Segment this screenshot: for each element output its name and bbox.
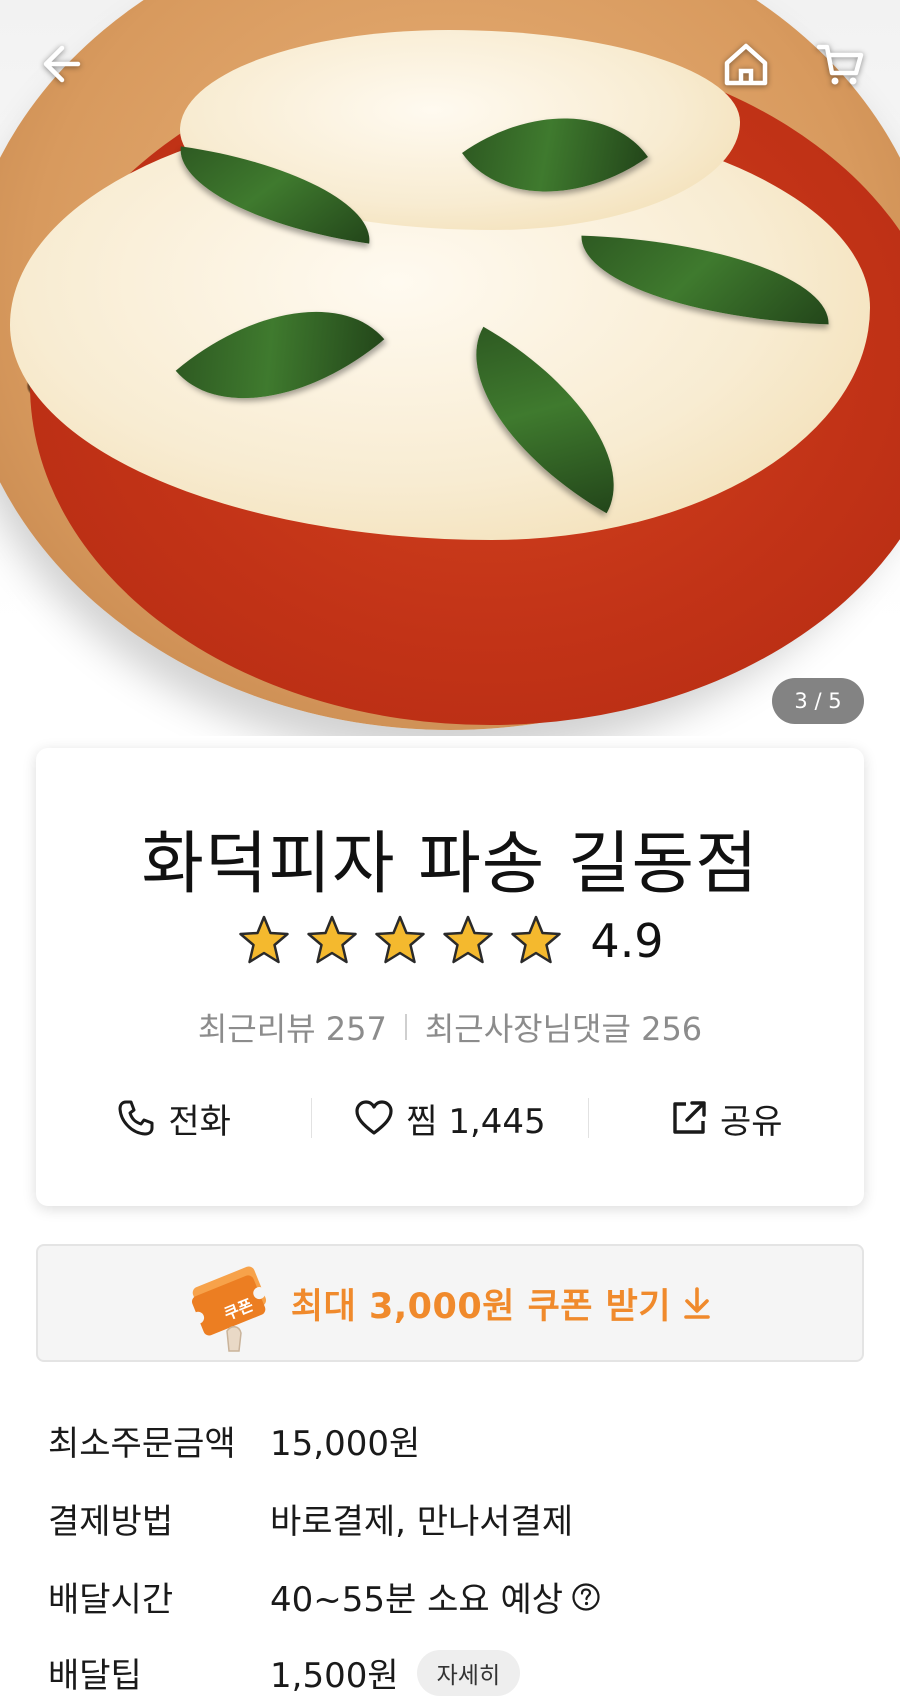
star-icon: [375, 915, 426, 964]
coupon-ticket-icon: 쿠폰: [187, 1253, 277, 1353]
home-icon[interactable]: [718, 36, 774, 92]
recent-reviews-link[interactable]: 최근리뷰 257: [198, 1004, 387, 1050]
rating-stars: [236, 913, 564, 969]
star-icon: [443, 915, 494, 964]
detail-row-min-order: 최소주문금액 15,000원: [48, 1416, 420, 1465]
detail-label: 최소주문금액: [48, 1424, 236, 1464]
star-icon: [511, 915, 562, 964]
call-button[interactable]: 전화: [36, 1094, 311, 1143]
detail-label: 배달시간: [48, 1580, 174, 1620]
delivery-time-value: 40~55분 소요 예상: [270, 1580, 564, 1620]
share-label: 공유: [720, 1101, 783, 1142]
store-name: 화덕피자 파송 길동점: [141, 825, 759, 904]
divider: [404, 1014, 407, 1040]
back-arrow-icon[interactable]: [32, 36, 88, 92]
detail-value: 1,500원 자세히: [270, 1648, 521, 1697]
detail-value: 40~55분 소요 예상: [270, 1572, 601, 1621]
phone-icon: [118, 1100, 154, 1136]
detail-value: 15,000원: [270, 1424, 421, 1464]
hero-image[interactable]: 3 / 5: [0, 0, 900, 736]
detail-row-payment: 결제방법 바로결제, 만나서결제: [48, 1494, 573, 1543]
details-button[interactable]: 자세히: [416, 1649, 521, 1696]
owner-replies-link[interactable]: 최근사장님댓글 256: [425, 1004, 702, 1050]
favorite-label: 찜 1,445: [406, 1101, 546, 1142]
favorite-button[interactable]: 찜 1,445: [312, 1094, 587, 1143]
detail-row-delivery-tip: 배달팁 1,500원 자세히: [48, 1648, 521, 1697]
help-icon[interactable]: [571, 1582, 601, 1612]
star-icon: [307, 915, 358, 964]
delivery-tip-value: 1,500원: [270, 1656, 399, 1696]
rating-value: 4.9: [590, 914, 664, 968]
review-summary: 최근리뷰 257 최근사장님댓글 256: [36, 1004, 864, 1050]
coupon-label: 최대 3,000원 쿠폰 받기: [290, 1286, 672, 1327]
coupon-button[interactable]: 쿠폰 최대 3,000원 쿠폰 받기: [36, 1244, 864, 1362]
action-row: 전화 찜 1,445 공유: [36, 1078, 864, 1158]
detail-label: 배달팁: [48, 1656, 142, 1696]
detail-row-delivery-time: 배달시간 40~55분 소요 예상: [48, 1572, 601, 1621]
detail-label: 결제방법: [48, 1502, 174, 1542]
store-info-card: 화덕피자 파송 길동점 4.9 최근리뷰 257 최근사장님댓글 256 전화 …: [36, 748, 864, 1206]
heart-icon: [355, 1100, 393, 1135]
rating-row: 4.9: [36, 908, 864, 974]
star-icon: [239, 915, 290, 964]
share-button[interactable]: 공유: [589, 1094, 864, 1143]
cart-icon[interactable]: [812, 36, 868, 92]
image-counter: 3 / 5: [772, 678, 864, 724]
call-label: 전화: [168, 1101, 231, 1142]
download-arrow-icon: [684, 1287, 710, 1319]
share-icon: [673, 1101, 706, 1134]
detail-value: 바로결제, 만나서결제: [270, 1502, 574, 1542]
